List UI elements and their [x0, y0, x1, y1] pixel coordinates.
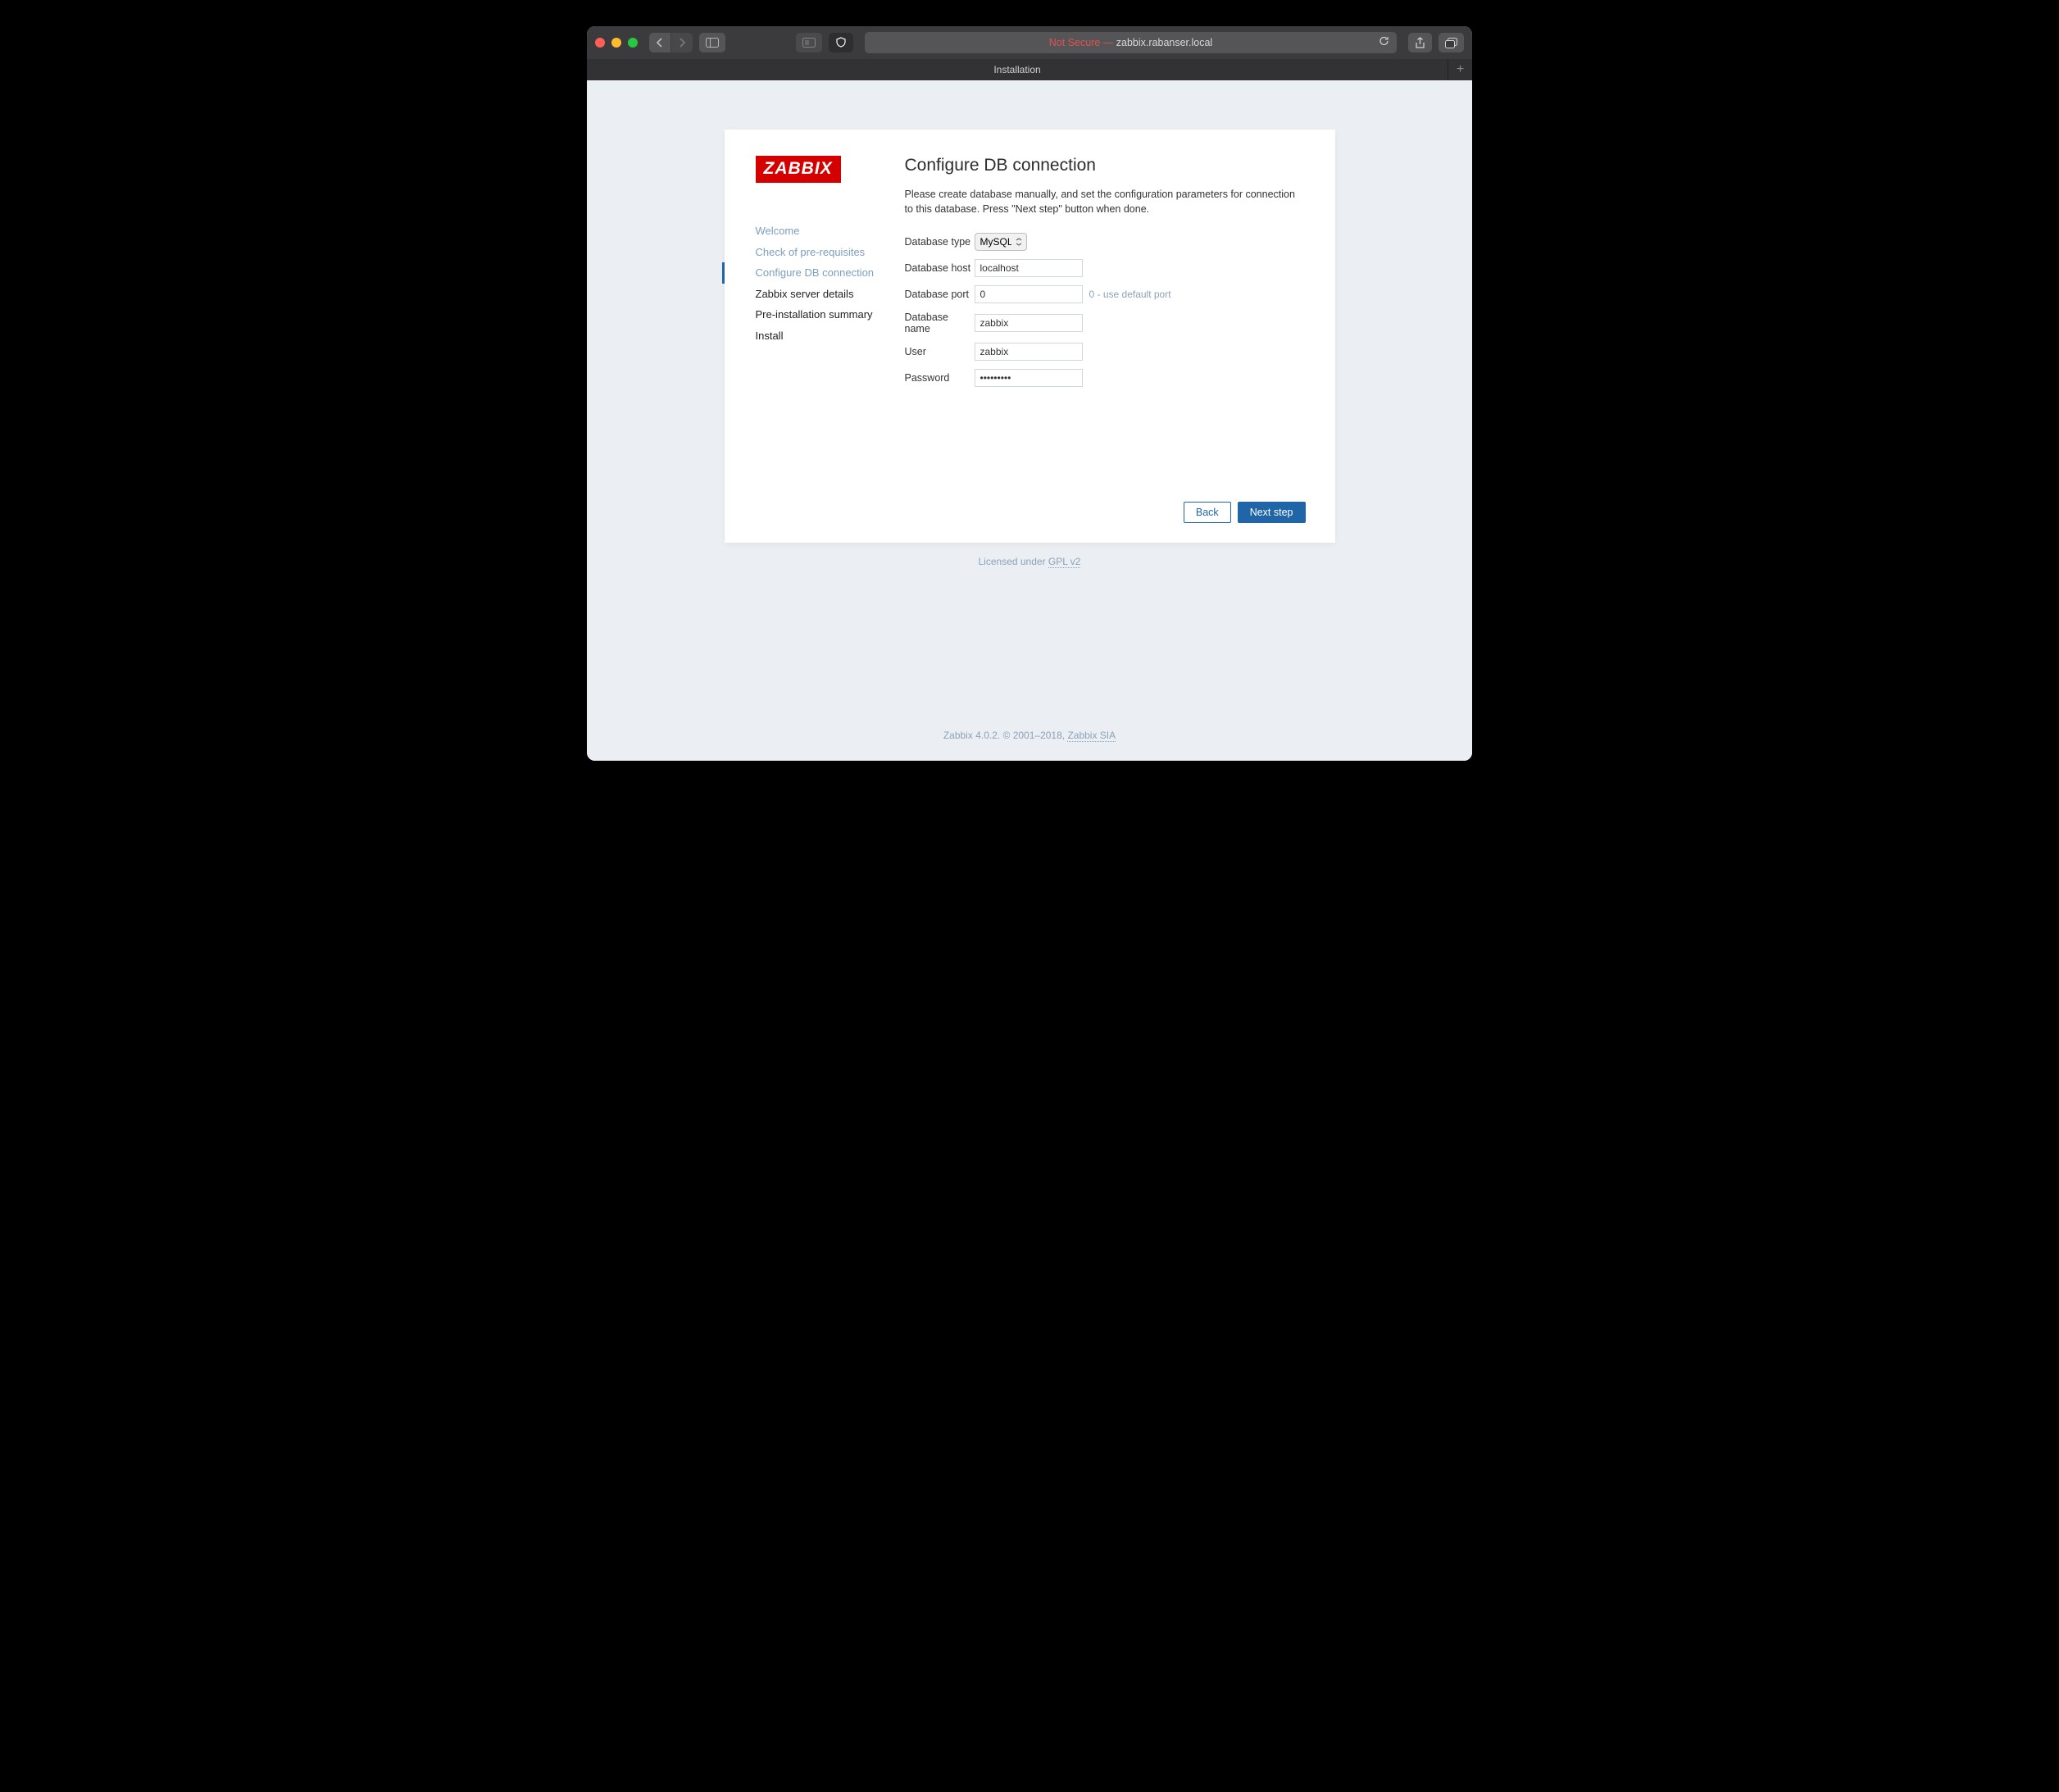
input-db-name[interactable]: [975, 314, 1083, 332]
reload-icon: [1379, 35, 1390, 47]
window-controls: [595, 38, 643, 48]
reload-button[interactable]: [1379, 35, 1390, 49]
chevron-left-icon: [656, 38, 664, 48]
setup-card: ZABBIX WelcomeCheck of pre-requisitesCon…: [725, 130, 1335, 543]
help-text: Please create database manually, and set…: [905, 187, 1306, 216]
right-toolbar: [1408, 33, 1464, 52]
page-body: ZABBIX WelcomeCheck of pre-requisitesCon…: [587, 80, 1472, 761]
forward-nav-button[interactable]: [670, 33, 693, 52]
setup-main: Configure DB connection Please create da…: [889, 156, 1335, 523]
privacy-report-button[interactable]: [829, 33, 853, 52]
input-db-user[interactable]: [975, 343, 1083, 361]
label-db-name: Database name: [905, 312, 975, 334]
license-prefix: Licensed under: [979, 556, 1048, 567]
row-db-password: Password: [905, 369, 1306, 387]
license-link[interactable]: GPL v2: [1048, 556, 1081, 568]
page-title: Configure DB connection: [905, 156, 1306, 175]
input-db-host[interactable]: [975, 259, 1083, 277]
close-window-button[interactable]: [595, 38, 605, 48]
nav-buttons: [649, 33, 693, 52]
chevron-right-icon: [678, 38, 686, 48]
back-nav-button[interactable]: [649, 33, 670, 52]
step-check-of-pre-requisites[interactable]: Check of pre-requisites: [722, 242, 889, 263]
row-db-user: User: [905, 343, 1306, 361]
row-db-name: Database name: [905, 312, 1306, 334]
label-db-port: Database port: [905, 289, 975, 300]
not-secure-label: Not Secure — zabbix.rabanser.local: [1049, 37, 1212, 48]
setup-sidebar: ZABBIX WelcomeCheck of pre-requisitesCon…: [725, 156, 889, 523]
share-icon: [1415, 37, 1425, 49]
step-pre-installation-summary[interactable]: Pre-installation summary: [722, 304, 889, 325]
input-db-password[interactable]: [975, 369, 1083, 387]
step-configure-db-connection[interactable]: Configure DB connection: [722, 262, 889, 284]
footer: Zabbix 4.0.2. © 2001–2018, Zabbix SIA: [943, 730, 1116, 741]
next-step-button[interactable]: Next step: [1238, 502, 1306, 523]
reader-icon: [802, 38, 816, 48]
step-welcome[interactable]: Welcome: [722, 221, 889, 242]
select-db-type[interactable]: MySQL: [975, 233, 1027, 251]
tab-installation[interactable]: Installation: [587, 64, 1448, 75]
hint-db-port: 0 - use default port: [1089, 289, 1171, 300]
tabs-icon: [1445, 38, 1457, 48]
label-db-type: Database type: [905, 236, 975, 248]
action-buttons: Back Next step: [905, 395, 1306, 523]
row-db-host: Database host: [905, 259, 1306, 277]
footer-text: Zabbix 4.0.2. © 2001–2018,: [943, 730, 1068, 741]
zoom-window-button[interactable]: [628, 38, 638, 48]
sidebar-toggle-button[interactable]: [699, 33, 725, 52]
reader-button[interactable]: [796, 33, 822, 52]
label-db-password: Password: [905, 372, 975, 384]
label-db-host: Database host: [905, 262, 975, 274]
setup-steps: WelcomeCheck of pre-requisitesConfigure …: [725, 221, 889, 347]
show-tabs-button[interactable]: [1439, 33, 1464, 52]
zabbix-logo: ZABBIX: [756, 156, 841, 183]
label-db-user: User: [905, 346, 975, 357]
sidebar-icon: [706, 38, 719, 48]
back-button[interactable]: Back: [1184, 502, 1231, 523]
tab-bar: Installation +: [587, 59, 1472, 80]
step-install[interactable]: Install: [722, 325, 889, 347]
browser-window: Not Secure — zabbix.rabanser.local Insta…: [587, 26, 1472, 761]
row-db-port: Database port 0 - use default port: [905, 285, 1306, 303]
shield-icon: [835, 37, 847, 48]
input-db-port[interactable]: [975, 285, 1083, 303]
step-zabbix-server-details[interactable]: Zabbix server details: [722, 284, 889, 305]
row-db-type: Database type MySQL: [905, 233, 1306, 251]
titlebar: Not Secure — zabbix.rabanser.local: [587, 26, 1472, 59]
license-line: Licensed under GPL v2: [587, 556, 1472, 567]
minimize-window-button[interactable]: [611, 38, 621, 48]
address-bar[interactable]: Not Secure — zabbix.rabanser.local: [865, 32, 1397, 53]
footer-link[interactable]: Zabbix SIA: [1067, 730, 1116, 742]
new-tab-button[interactable]: +: [1448, 59, 1472, 80]
share-button[interactable]: [1408, 33, 1432, 52]
